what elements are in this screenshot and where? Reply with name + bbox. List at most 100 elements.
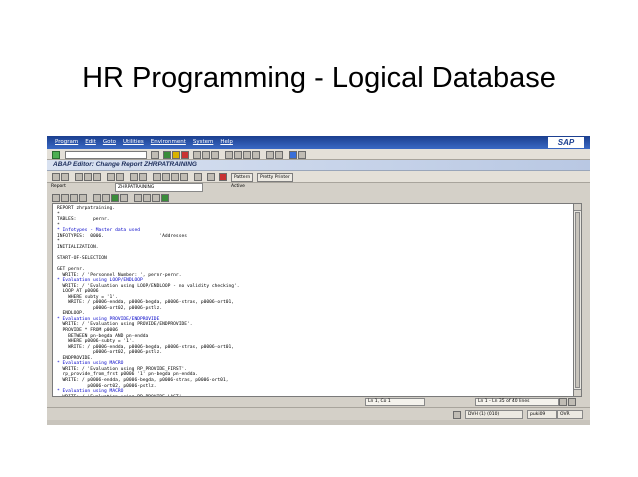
next-page-icon[interactable] (243, 151, 251, 159)
activate-icon[interactable] (84, 173, 92, 181)
layout-icon[interactable] (298, 151, 306, 159)
editor-find-next-icon[interactable] (102, 194, 110, 202)
code-line[interactable]: INITIALIZATION. (57, 245, 99, 250)
where-used-icon[interactable] (116, 173, 124, 181)
status-expand-icon[interactable] (453, 411, 461, 419)
code-line[interactable]: LOOP AT p0006 (57, 289, 99, 294)
code-line[interactable]: WHERE p0006-subty = '1'. (57, 339, 134, 344)
editor-paste-icon[interactable] (70, 194, 78, 202)
shortcut-icon[interactable] (275, 151, 283, 159)
editor-insert-line-icon[interactable] (111, 194, 119, 202)
code-line[interactable]: START-OF-SELECTION (57, 256, 107, 261)
code-line[interactable]: WRITE: / 'Evaluation using LOOP/ENDLOOP … (57, 284, 240, 289)
position-up-icon[interactable] (559, 398, 567, 406)
report-name-field[interactable]: ZHRPATRAINING (115, 183, 203, 192)
cancel-icon[interactable] (181, 151, 189, 159)
insert-icon[interactable] (162, 173, 170, 181)
code-line[interactable]: WRITE: / 'Personnel Number: ', pernr-per… (57, 273, 182, 278)
code-line[interactable]: WHERE subty = '1'. (57, 295, 118, 300)
enter-icon[interactable] (52, 151, 60, 159)
back-arrow-icon[interactable] (52, 173, 60, 181)
code-line[interactable]: * (57, 223, 60, 228)
editor-download-icon[interactable] (143, 194, 151, 202)
code-line[interactable]: BETWEEN pn-begda AND pn-endda (57, 334, 148, 339)
code-line[interactable]: WRITE: / p0006-endda, p0006-begda, p0006… (57, 345, 234, 350)
report-row: Report ZHRPATRAINING Active (47, 183, 590, 192)
object-list-icon[interactable] (130, 173, 138, 181)
menu-item-utilities[interactable]: Utilities (123, 139, 144, 145)
exit-icon[interactable] (172, 151, 180, 159)
code-line[interactable]: p0006-ort02, p0006-pstlz. (57, 350, 162, 355)
breakpoint-icon[interactable] (207, 173, 215, 181)
editor-help-icon[interactable] (152, 194, 160, 202)
pattern-button[interactable]: Pattern (231, 173, 254, 182)
report-label: Report (51, 184, 66, 189)
system-info[interactable]: DVH (1) (010) (465, 410, 523, 419)
position-down-icon[interactable] (568, 398, 576, 406)
display-change-icon[interactable] (75, 173, 83, 181)
editor-copy-icon[interactable] (61, 194, 69, 202)
code-line[interactable]: WRITE: / 'Evaluation using PROVIDE/ENDPR… (57, 322, 193, 327)
code-line[interactable]: rp_provide_from_frst p0006 '1' pn-begda … (57, 372, 199, 377)
editor-find-icon[interactable] (93, 194, 101, 202)
position-row: Ln 1, Co 1 Ln 1 - Ln 35 of 40 lines (47, 397, 590, 406)
menu-item-system[interactable]: System (193, 139, 214, 145)
editor-delete-line-icon[interactable] (120, 194, 128, 202)
editor-cut-icon[interactable] (52, 194, 60, 202)
code-line[interactable]: * Evaluation using MACRO (57, 389, 123, 394)
paste-icon[interactable] (194, 173, 202, 181)
vertical-scrollbar[interactable] (573, 203, 582, 397)
code-line[interactable]: PROVIDE * FROM p0006 (57, 328, 118, 333)
code-line[interactable]: * (57, 212, 60, 217)
code-line[interactable]: WRITE: / p0006-endda, p0006-begda, p0006… (57, 378, 229, 383)
editor-undo-icon[interactable] (79, 194, 87, 202)
test-icon[interactable] (107, 173, 115, 181)
editor-upload-icon[interactable] (134, 194, 142, 202)
scroll-down-arrow-icon[interactable] (574, 389, 581, 396)
navigation-icon[interactable] (139, 173, 147, 181)
menu-item-goto[interactable]: Goto (103, 139, 116, 145)
scroll-up-arrow-icon[interactable] (574, 204, 581, 211)
editor-toolbar (47, 192, 590, 202)
last-page-icon[interactable] (252, 151, 260, 159)
code-line[interactable]: * Evaluation using MACRO (57, 361, 123, 366)
hierarchy-icon[interactable] (153, 173, 161, 181)
menu-item-edit[interactable]: Edit (85, 139, 96, 145)
code-line[interactable]: p0006-ort02, p0006-pstlz. (57, 384, 156, 389)
back-icon[interactable] (163, 151, 171, 159)
find-next-icon[interactable] (211, 151, 219, 159)
code-line[interactable]: * Infotypes - Master data used (57, 228, 140, 233)
code-line[interactable]: REPORT zhrpatraining. (57, 206, 115, 211)
new-session-icon[interactable] (266, 151, 274, 159)
menu-item-environment[interactable]: Environment (151, 139, 186, 145)
copy-icon[interactable] (180, 173, 188, 181)
cut-icon[interactable] (171, 173, 179, 181)
code-line[interactable]: TABLES: pernr. (57, 217, 110, 222)
code-line[interactable]: INFOTYPES: 0006. 'Addresses (57, 234, 187, 239)
code-line[interactable]: ENDLOOP. (57, 311, 85, 316)
code-line[interactable]: * Evaluation using LOOP/ENDLOOP (57, 278, 143, 283)
menu-item-program[interactable]: Program (55, 139, 78, 145)
code-line[interactable]: * (57, 239, 60, 244)
code-editor[interactable]: REPORT zhrpatraining. * TABLES: pernr. *… (52, 203, 579, 397)
code-line[interactable]: WRITE: / p0006-endda, p0006-begda, p0006… (57, 300, 234, 305)
forward-arrow-icon[interactable] (61, 173, 69, 181)
find-icon[interactable] (202, 151, 210, 159)
help-icon[interactable] (289, 151, 297, 159)
print-icon[interactable] (193, 151, 201, 159)
save-icon[interactable] (151, 151, 159, 159)
slide-title: HR Programming - Logical Database (82, 62, 556, 94)
menu-item-help[interactable]: Help (220, 139, 233, 145)
command-field[interactable] (65, 151, 147, 159)
pretty-printer-button[interactable]: Pretty Printer (257, 173, 293, 182)
check-icon[interactable] (93, 173, 101, 181)
scroll-thumb[interactable] (575, 212, 580, 388)
editor-settings-icon[interactable] (161, 194, 169, 202)
insert-mode[interactable]: OVR (557, 410, 583, 419)
stop-icon[interactable] (219, 173, 227, 181)
code-line[interactable]: GET pernr. (57, 267, 85, 272)
window-bottom-edge (47, 420, 590, 425)
code-text[interactable]: REPORT zhrpatraining. * TABLES: pernr. *… (57, 206, 240, 396)
first-page-icon[interactable] (225, 151, 233, 159)
previous-page-icon[interactable] (234, 151, 242, 159)
